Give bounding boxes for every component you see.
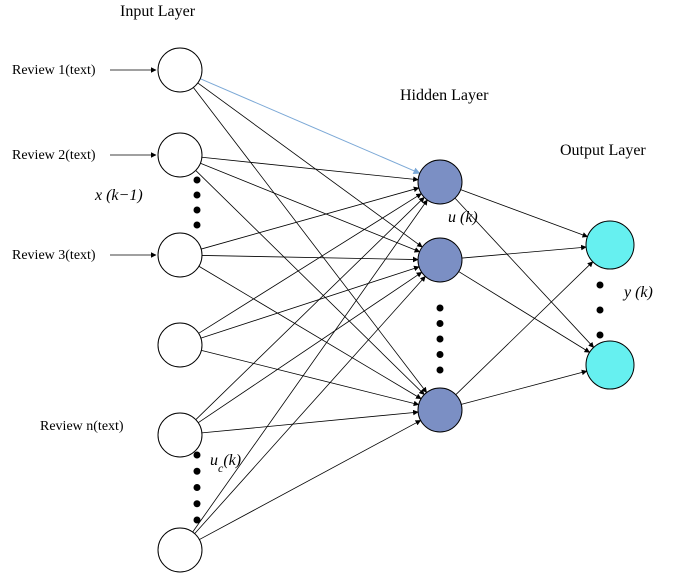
review-2-label: Review 2(text) <box>12 148 96 163</box>
edge <box>200 79 420 174</box>
x-k-1-label: x (k−1) <box>94 187 143 204</box>
context-node-3 <box>158 528 202 572</box>
output-node-2 <box>586 341 634 389</box>
edge <box>198 83 422 247</box>
context-node-1 <box>158 323 202 367</box>
output-layer-label: Output Layer <box>560 142 646 159</box>
ellipsis-dot <box>194 222 201 229</box>
u-k-label: u (k) <box>448 209 478 226</box>
ellipsis-dot <box>194 484 201 491</box>
edge <box>202 157 418 179</box>
edge <box>201 267 419 338</box>
review-1-label: Review 1(text) <box>12 63 96 78</box>
input-node-2 <box>158 133 202 177</box>
edge <box>461 371 587 404</box>
ellipsis-dot <box>194 500 201 507</box>
context-node-2 <box>158 413 202 457</box>
edge <box>199 194 422 334</box>
ellipsis-dot <box>194 192 201 199</box>
ellipsis-dot <box>597 307 604 314</box>
edge <box>199 266 421 398</box>
hidden-node-1 <box>418 160 462 204</box>
y-k-label: y (k) <box>622 284 653 301</box>
edge <box>195 276 426 533</box>
edge <box>462 247 586 258</box>
output-node-1 <box>586 221 634 269</box>
ellipsis-dot <box>437 305 444 312</box>
review-n-label: Review n(text) <box>40 419 124 434</box>
ellipsis-dot <box>597 282 604 289</box>
ellipsis-dot <box>597 332 604 339</box>
input-layer-label: Input Layer <box>120 3 196 20</box>
ellipsis-dot <box>194 517 201 524</box>
edge <box>198 272 421 422</box>
ellipsis-dot <box>437 320 444 327</box>
input-node-3 <box>158 233 202 277</box>
input-node-1 <box>158 48 202 92</box>
uc-k-label: uc(k) <box>210 452 241 475</box>
edge <box>193 87 426 392</box>
edge <box>193 200 428 532</box>
edge <box>196 197 424 419</box>
ellipsis-dot <box>437 336 444 343</box>
ellipsis-dot <box>194 452 201 459</box>
edge <box>199 420 420 539</box>
edge <box>461 190 588 237</box>
ellipsis-dot <box>437 367 444 374</box>
ellipsis-dot <box>194 207 201 214</box>
ellipsis-dot <box>194 177 201 184</box>
hidden-node-3 <box>418 388 462 432</box>
hidden-node-2 <box>418 238 462 282</box>
hidden-layer-label: Hidden Layer <box>400 87 489 104</box>
edge <box>202 412 418 433</box>
ellipsis-dot <box>194 468 201 475</box>
ellipsis-dot <box>437 351 444 358</box>
edge <box>196 170 425 394</box>
review-3-label: Review 3(text) <box>12 248 96 263</box>
